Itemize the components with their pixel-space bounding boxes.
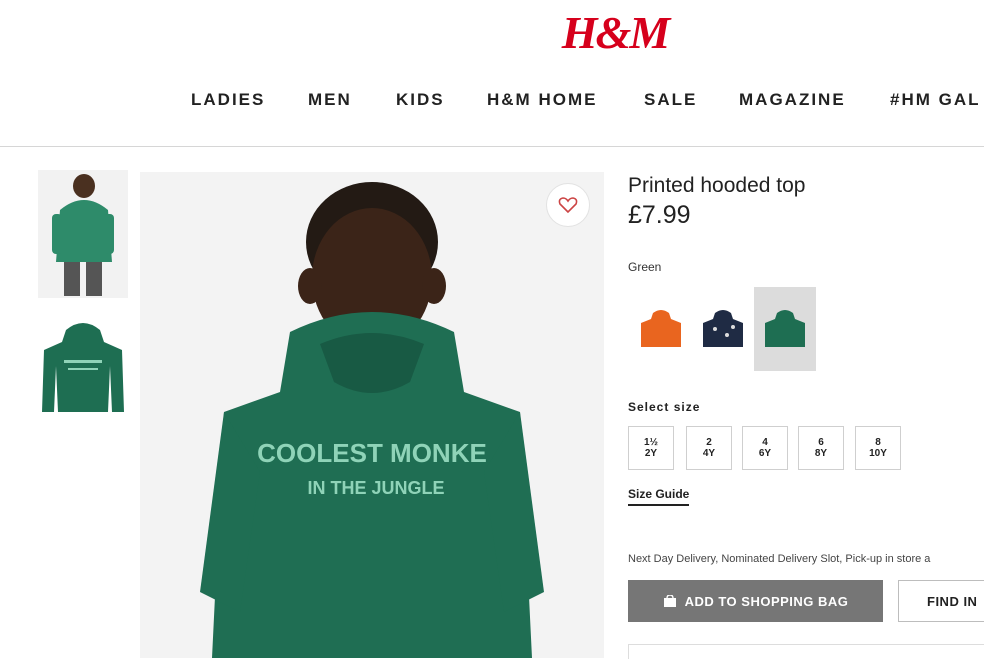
swatch-green[interactable] xyxy=(754,287,816,371)
add-to-bag-button[interactable]: ADD TO SHOPPING BAG xyxy=(628,580,883,622)
orange-hoodie-icon xyxy=(641,310,681,347)
find-in-store-button[interactable]: FIND IN xyxy=(898,580,984,622)
swatch-orange[interactable] xyxy=(630,287,692,371)
size-option-bottom: 10Y xyxy=(869,448,887,459)
product-title: Printed hooded top xyxy=(628,174,806,197)
main-nav: LADIES MEN KIDS H&M HOME SALE MAGAZINE #… xyxy=(0,90,984,110)
size-option-bottom: 6Y xyxy=(758,448,772,459)
size-option-bottom: 8Y xyxy=(814,448,828,459)
size-option-top: 1½ xyxy=(644,437,658,448)
select-size-label: Select size xyxy=(628,400,701,414)
size-option-top: 8 xyxy=(875,437,881,448)
hoodie-print-line2: IN THE JUNGLE xyxy=(307,478,444,498)
size-option-top: 4 xyxy=(762,437,768,448)
size-option-2y[interactable]: 1½ 2Y xyxy=(628,426,674,470)
hoodie-thumbnail-image xyxy=(42,323,124,412)
size-guide-link[interactable]: Size Guide xyxy=(628,487,690,506)
delivery-info: Next Day Delivery, Nominated Delivery Sl… xyxy=(628,553,931,565)
shopping-bag-icon xyxy=(663,595,676,607)
thumbnail-hoodie[interactable] xyxy=(38,316,128,426)
thumbnail-model[interactable] xyxy=(38,170,128,298)
size-option-10y[interactable]: 8 10Y xyxy=(855,426,901,470)
hm-logo[interactable]: H&M xyxy=(0,6,984,59)
swatch-navy[interactable] xyxy=(692,287,754,371)
size-option-bottom: 2Y xyxy=(644,448,658,459)
model-thumbnail-image xyxy=(52,174,114,296)
nav-hm-gallery[interactable]: #HM GAL xyxy=(890,90,981,110)
below-fold-panel xyxy=(628,644,984,659)
nav-men[interactable]: MEN xyxy=(308,90,352,110)
find-in-store-label: FIND IN xyxy=(927,593,978,609)
selected-color-label: Green xyxy=(628,260,662,274)
nav-magazine[interactable]: MAGAZINE xyxy=(739,90,846,110)
add-to-bag-label: ADD TO SHOPPING BAG xyxy=(684,593,849,609)
product-price: £7.99 xyxy=(628,201,691,229)
nav-ladies[interactable]: LADIES xyxy=(191,90,265,110)
nav-kids[interactable]: KIDS xyxy=(396,90,445,110)
hoodie-print-line1: COOLEST MONKE xyxy=(257,438,487,468)
nav-hm-home[interactable]: H&M HOME xyxy=(487,90,597,110)
model-photo: COOLEST MONKE IN THE JUNGLE xyxy=(200,182,544,658)
size-option-bottom: 4Y xyxy=(702,448,716,459)
product-main-image: COOLEST MONKE IN THE JUNGLE xyxy=(140,172,604,658)
size-option-8y[interactable]: 6 8Y xyxy=(798,426,844,470)
size-option-top: 6 xyxy=(818,437,824,448)
size-option-top: 2 xyxy=(706,437,712,448)
header-divider xyxy=(0,146,984,147)
navy-hoodie-icon xyxy=(703,310,743,347)
nav-sale[interactable]: SALE xyxy=(644,90,697,110)
size-option-6y[interactable]: 4 6Y xyxy=(742,426,788,470)
size-option-4y[interactable]: 2 4Y xyxy=(686,426,732,470)
heart-icon xyxy=(558,197,578,214)
favorite-button[interactable] xyxy=(546,183,590,227)
green-hoodie-icon xyxy=(765,310,805,347)
